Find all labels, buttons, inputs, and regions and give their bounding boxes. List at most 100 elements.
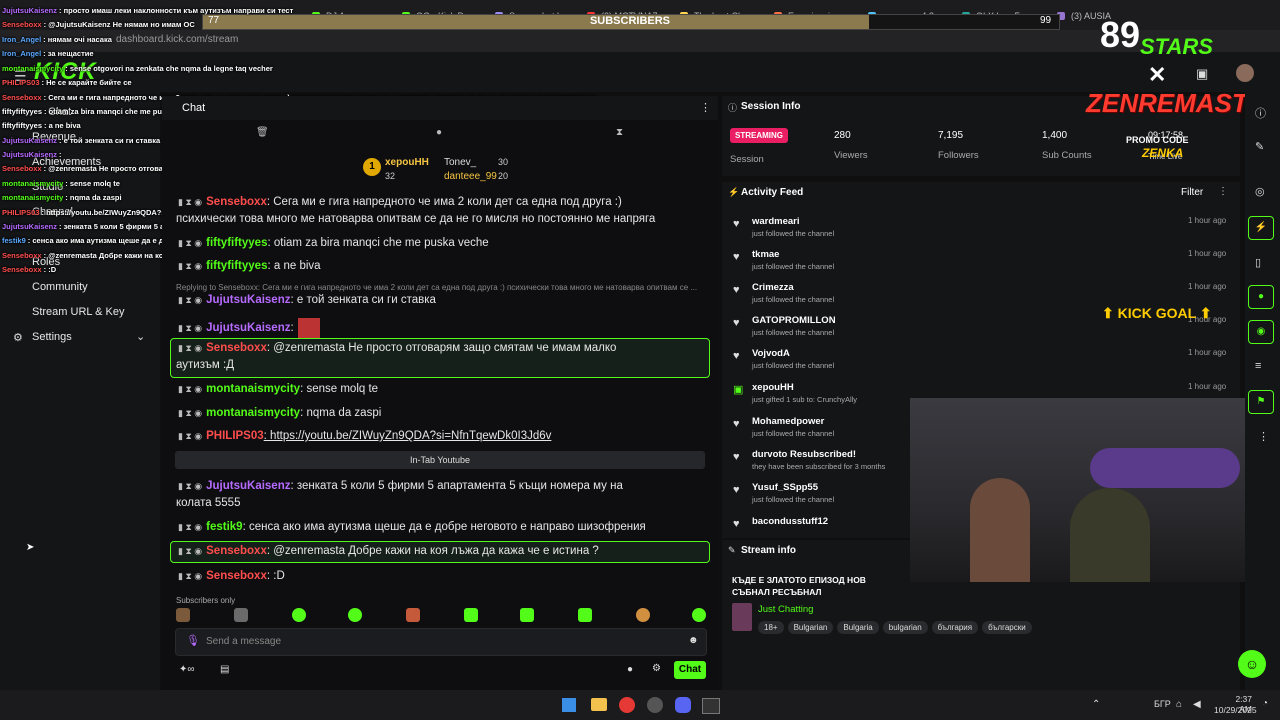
x-logo-icon: ✕ bbox=[1148, 62, 1167, 87]
flag-icon[interactable]: ⚑ bbox=[1248, 390, 1274, 414]
overlay-chat-line: JujutsuKaisenz: просто имаш леки наклонн… bbox=[2, 6, 294, 15]
store-icon[interactable]: ▤ bbox=[220, 664, 229, 675]
overlay-chat-line: PHILIPS03: Не се карайте бийте се bbox=[2, 78, 132, 87]
chat-bubble-icon[interactable]: ● bbox=[627, 664, 633, 675]
chat-message[interactable]: ▮ ⧗ ◉ PHILIPS03: https://youtu.be/ZIWuyZn… bbox=[178, 430, 551, 442]
points-icon[interactable]: ✦∞ bbox=[179, 664, 195, 675]
network-icon[interactable]: ⌂ bbox=[1176, 699, 1182, 710]
chat-message[interactable]: ▮ ⧗ ◉ JujutsuKaisenz: bbox=[178, 318, 320, 338]
emote-icon[interactable] bbox=[578, 608, 592, 622]
emote-icon[interactable] bbox=[692, 608, 706, 622]
subs-goal-fill bbox=[203, 15, 869, 29]
emote-icon[interactable] bbox=[348, 608, 362, 622]
broadcast-icon[interactable]: ◉ bbox=[1248, 320, 1274, 344]
chat-message[interactable]: ▮ ⧗ ◉ montanaismycity: sense molq te bbox=[178, 383, 378, 395]
emote-bar bbox=[176, 608, 706, 624]
volume-icon[interactable]: ◀ bbox=[1193, 699, 1201, 710]
chat-message[interactable]: ▮ ⧗ ◉ Senseboxx: @zenremasta Добре кажи н… bbox=[178, 545, 599, 557]
emoji-icon[interactable]: ☻ bbox=[688, 635, 699, 646]
chat-message[interactable]: ▮ ⧗ ◉ JujutsuKaisenz: зенката 5 коли 5 фи… bbox=[178, 480, 623, 492]
subs-label: Sub Counts bbox=[1042, 150, 1092, 161]
feed-item-sub: just followed the channel bbox=[752, 361, 835, 370]
chat-more-icon[interactable]: ⋮ bbox=[700, 101, 711, 114]
tag[interactable]: Bulgaria bbox=[837, 621, 879, 634]
wrench-icon: ✎ bbox=[728, 545, 736, 555]
chevron-down-icon[interactable]: ⌄ bbox=[136, 330, 145, 343]
tag[interactable]: български bbox=[982, 621, 1032, 634]
chrome-icon[interactable] bbox=[619, 697, 635, 713]
overlay-chat-line: Iron_Angel: за нещастие bbox=[2, 49, 94, 58]
hourglass-icon[interactable]: ⧗ bbox=[616, 127, 623, 138]
send-chat-button[interactable]: Chat bbox=[674, 661, 706, 679]
feed-item-name: Crimezza bbox=[752, 282, 794, 293]
terminal-icon[interactable] bbox=[702, 698, 720, 714]
tag[interactable]: bulgarian bbox=[882, 621, 928, 634]
lightning-icon[interactable]: ⚡ bbox=[1248, 216, 1274, 240]
notifications-icon[interactable]: ▣ bbox=[1196, 66, 1208, 82]
tag[interactable]: Bulgarian bbox=[787, 621, 834, 634]
emote-icon[interactable] bbox=[636, 608, 650, 622]
chat-message[interactable]: ▮ ⧗ ◉ festik9: сенса ако има аутизма щеше… bbox=[178, 521, 646, 533]
chat-message[interactable]: ▮ ⧗ ◉ Senseboxx: Сега ми е гига напреднот… bbox=[178, 196, 622, 208]
chat-message[interactable]: ▮ ⧗ ◉ fiftyfiftyyes: a ne biva bbox=[178, 260, 321, 272]
emote-icon[interactable] bbox=[292, 608, 306, 622]
more-icon[interactable]: ⋮ bbox=[1258, 430, 1269, 443]
chat-title: Chat bbox=[182, 102, 206, 114]
feed-item-name: durvoto Resubscribed! bbox=[752, 449, 856, 460]
obs-icon[interactable] bbox=[647, 697, 663, 713]
heart-icon: ♥ bbox=[733, 284, 740, 296]
language-indicator[interactable]: БГР bbox=[1154, 699, 1171, 709]
clock-date[interactable]: 10/29/2025 bbox=[1214, 705, 1257, 715]
support-chat-icon[interactable]: ☺ bbox=[1238, 650, 1266, 678]
camera-icon[interactable]: ◎ bbox=[1255, 185, 1265, 198]
feed-item-name: xepouHH bbox=[752, 382, 794, 393]
heart-icon: ♥ bbox=[733, 518, 740, 530]
emote-icon[interactable] bbox=[464, 608, 478, 622]
microphone-icon[interactable]: 🎙 bbox=[186, 634, 200, 647]
rank-badge: 1 bbox=[363, 158, 381, 176]
emote-icon[interactable] bbox=[234, 608, 248, 622]
category-thumbnail[interactable] bbox=[732, 603, 752, 631]
chat-bubble-icon[interactable]: ● bbox=[436, 127, 442, 138]
emote-icon[interactable] bbox=[406, 608, 420, 622]
notification-bell-icon[interactable]: ◔ bbox=[1262, 698, 1268, 709]
heart-icon: ♥ bbox=[733, 451, 740, 463]
emote-icon[interactable] bbox=[176, 608, 190, 622]
chat-message[interactable]: ▮ ⧗ ◉ montanaismycity: nqma da zaspi bbox=[178, 407, 381, 419]
trash-icon[interactable]: 🗑 bbox=[256, 127, 269, 138]
kick-goal-label: KICK GOAL bbox=[1117, 305, 1196, 321]
layers-icon[interactable]: ≡ bbox=[1255, 360, 1261, 372]
feed-item-sub: just followed the channel bbox=[752, 495, 835, 504]
discord-icon[interactable] bbox=[675, 697, 691, 713]
emote-icon[interactable] bbox=[520, 608, 534, 622]
windows-start-icon[interactable] bbox=[562, 698, 576, 712]
nav-item-community[interactable]: Community bbox=[32, 281, 88, 293]
edit-icon[interactable]: ✎ bbox=[1255, 140, 1264, 153]
filter-button[interactable]: Filter bbox=[1181, 187, 1203, 198]
in-tab-youtube-button[interactable]: In-Tab Youtube bbox=[175, 451, 705, 469]
file-explorer-icon[interactable] bbox=[591, 698, 607, 711]
settings-icon[interactable]: ⚙ bbox=[652, 663, 661, 674]
gifter-count: 32 bbox=[385, 171, 396, 181]
heart-icon: ♥ bbox=[733, 317, 740, 329]
chat-message[interactable]: ▮ ⧗ ◉ fiftyfiftyyes: otiam za bira manqci… bbox=[178, 237, 489, 249]
url-text[interactable]: dashboard.kick.com/stream bbox=[116, 34, 238, 45]
stream-info-title: Stream info bbox=[741, 545, 797, 556]
nav-item-settings[interactable]: Settings bbox=[32, 331, 72, 343]
arrow-up-icon: ⬆ bbox=[1199, 305, 1212, 321]
info-icon[interactable]: ⓘ bbox=[1255, 105, 1266, 121]
chat-input-placeholder[interactable]: Send a message bbox=[206, 636, 281, 647]
chat-message[interactable]: ▮ ⧗ ◉ Senseboxx: @zenremasta Не просто от… bbox=[178, 342, 616, 354]
tag[interactable]: 18+ bbox=[758, 621, 784, 634]
document-icon[interactable]: ▯ bbox=[1255, 256, 1261, 269]
chat-icon[interactable]: ● bbox=[1248, 285, 1274, 309]
feed-more-icon[interactable]: ⋮ bbox=[1218, 186, 1228, 197]
chat-message[interactable]: ▮ ⧗ ◉ JujutsuKaisenz: е той зенката си ги… bbox=[178, 294, 436, 306]
tag-list: 18+ Bulgarian Bulgaria bulgarian българия бъл… bbox=[758, 619, 1036, 634]
chevron-up-icon[interactable]: ⌃ bbox=[1092, 699, 1100, 710]
category-name[interactable]: Just Chatting bbox=[758, 604, 813, 615]
nav-item-stream-url-key[interactable]: Stream URL & Key bbox=[32, 306, 125, 318]
chat-message[interactable]: ▮ ⧗ ◉ Senseboxx: :D bbox=[178, 570, 285, 582]
avatar[interactable] bbox=[1236, 64, 1254, 82]
tag[interactable]: българия bbox=[931, 621, 979, 634]
